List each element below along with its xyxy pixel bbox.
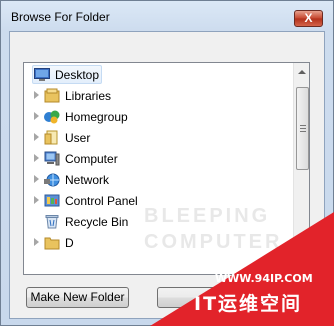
tree-item-desktop[interactable]: Desktop (24, 64, 294, 85)
network-icon (44, 172, 60, 187)
tree-item-d[interactable]: D (24, 232, 294, 253)
tree-item-label: Libraries (65, 89, 112, 103)
tree-item-recycle-bin[interactable]: Recycle Bin (24, 211, 294, 232)
scrollbar-thumb[interactable] (296, 87, 309, 170)
computer-icon (44, 151, 60, 166)
expand-arrow-icon[interactable] (34, 238, 39, 246)
folder-tree[interactable]: BLEEPING COMPUTER Desktop Libraries Home… (23, 62, 310, 275)
folder-icon (44, 235, 60, 250)
user-folder-icon (44, 130, 60, 145)
grip-line (300, 131, 306, 132)
expand-arrow-icon[interactable] (34, 133, 39, 141)
close-button[interactable]: X (294, 10, 323, 27)
grip-line (300, 128, 306, 129)
scroll-up-icon[interactable] (298, 70, 306, 74)
tree-item-label: User (65, 131, 91, 145)
recycle-bin-icon (44, 214, 60, 229)
tree-item-libraries[interactable]: Libraries (24, 85, 294, 106)
expand-arrow-icon[interactable] (34, 196, 39, 204)
tree-item-label: Desktop (55, 68, 100, 82)
tree-item-network[interactable]: Network (24, 169, 294, 190)
scroll-down-icon[interactable] (298, 263, 306, 267)
tree-item-control-panel[interactable]: Control Panel (24, 190, 294, 211)
tree-item-label: D (65, 236, 74, 250)
expand-arrow-icon[interactable] (34, 154, 39, 162)
library-icon (44, 88, 60, 103)
title-bar[interactable]: Browse For Folder X (1, 1, 334, 31)
overlay-brand-text: IT运维空间 (194, 293, 303, 315)
tree-item-label: Control Panel (65, 194, 138, 208)
homegroup-icon (44, 109, 60, 124)
make-new-folder-button[interactable]: Make New Folder (26, 287, 129, 308)
expand-arrow-icon[interactable] (34, 91, 39, 99)
tree-item-label: Recycle Bin (65, 215, 129, 229)
desktop-icon (34, 67, 50, 82)
tree-item-label: Homegroup (65, 110, 128, 124)
vertical-scrollbar[interactable] (293, 63, 309, 274)
tree-item-homegroup[interactable]: Homegroup (24, 106, 294, 127)
window-title: Browse For Folder (11, 10, 110, 24)
tree-item-label: Computer (65, 152, 118, 166)
control-panel-icon (44, 193, 60, 208)
expand-arrow-icon[interactable] (34, 112, 39, 120)
tree-item-label: Network (65, 173, 110, 187)
tree-item-user[interactable]: User (24, 127, 294, 148)
expand-arrow-icon[interactable] (34, 175, 39, 183)
tree-item-computer[interactable]: Computer (24, 148, 294, 169)
grip-line (300, 125, 306, 126)
overlay-site-text: WWW.94IP.COM (215, 272, 313, 285)
